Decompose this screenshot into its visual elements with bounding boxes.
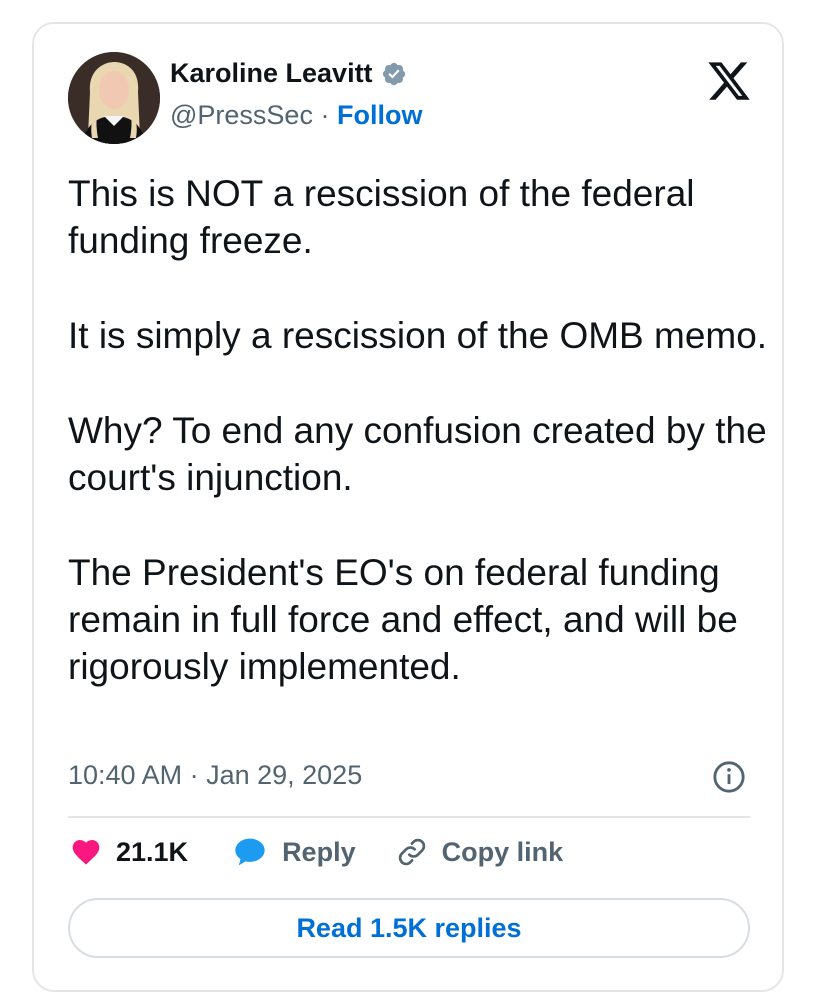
author-handle[interactable]: @PressSec [170, 100, 313, 130]
like-count: 21.1K [116, 836, 189, 867]
tweet-paragraph: It is simply a rescission of the OMB mem… [68, 315, 768, 356]
avatar[interactable] [68, 52, 160, 144]
copy-link-label: Copy link [441, 836, 564, 867]
read-replies-button[interactable]: Read 1.5K replies [68, 898, 750, 958]
separator-dot: · [320, 100, 330, 130]
tweet-paragraph: This is NOT a rescission of the federal … [68, 173, 695, 261]
speech-bubble-icon [232, 836, 268, 868]
heart-icon [70, 836, 102, 868]
follow-button[interactable]: Follow [337, 100, 422, 130]
tweet-timestamp[interactable]: 10:40 AM · Jan 29, 2025 [68, 760, 362, 791]
copy-link-button[interactable]: Copy link [396, 836, 564, 868]
tweet-card: Karoline Leavitt @PressSec · Follow This… [32, 22, 784, 992]
reply-label: Reply [282, 836, 356, 867]
verified-badge-icon [381, 61, 407, 87]
author-handle-row: @PressSec · Follow [170, 100, 422, 131]
author-name-row: Karoline Leavitt [170, 58, 407, 89]
author-name[interactable]: Karoline Leavitt [170, 58, 373, 89]
link-icon [396, 836, 428, 868]
like-button[interactable]: 21.1K [70, 836, 188, 868]
divider [68, 816, 750, 818]
x-logo-icon[interactable] [706, 58, 752, 104]
tweet-text: This is NOT a rescission of the federal … [68, 170, 768, 738]
reply-button[interactable]: Reply [232, 836, 356, 868]
action-bar: 21.1K Reply Copy link [70, 836, 563, 868]
tweet-paragraph: Why? To end any confusion created by the… [68, 410, 767, 498]
info-icon[interactable] [712, 760, 746, 794]
tweet-paragraph: The President's EO's on federal funding … [68, 552, 738, 687]
avatar-image [68, 52, 160, 144]
